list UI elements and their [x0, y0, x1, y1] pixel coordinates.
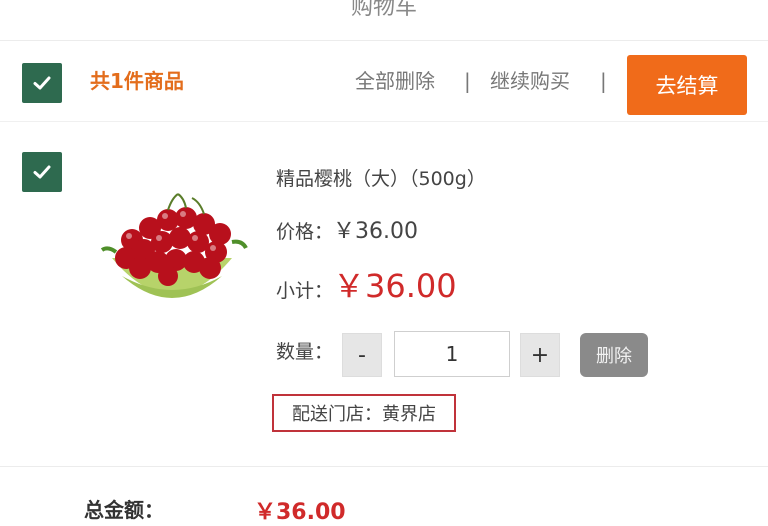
checkout-button[interactable]: 去结算 — [627, 55, 747, 115]
increase-quantity-button[interactable]: + — [520, 333, 560, 377]
quantity-label: 数量： — [276, 341, 334, 363]
total-value: ￥36.00 — [254, 500, 346, 525]
price-value: ￥36.00 — [333, 219, 418, 244]
cherry-bowl-image[interactable] — [92, 180, 252, 320]
select-all-checkbox[interactable] — [22, 63, 62, 103]
checkmark-icon — [33, 76, 51, 90]
total-label: 总金额： — [84, 498, 164, 522]
decrease-quantity-button[interactable]: - — [342, 333, 382, 377]
subtotal-label: 小计： — [276, 280, 334, 302]
delivery-store-info: 配送门店：黄界店 — [272, 394, 456, 432]
quantity-input[interactable]: 1 — [394, 331, 510, 377]
separator: | — [464, 69, 471, 93]
continue-shopping-link[interactable]: 继续购买 — [490, 63, 570, 99]
delete-all-link[interactable]: 全部删除 — [355, 63, 435, 99]
cart-summary-bar: 共1件商品 全部删除 | 继续购买 | 去结算 — [0, 41, 768, 121]
item-checkbox[interactable] — [22, 152, 62, 192]
footer-divider — [0, 466, 768, 467]
page-title: 购物车 — [350, 0, 417, 20]
section-divider — [0, 121, 768, 122]
checkmark-icon — [33, 165, 51, 179]
item-count-text: 共1件商品 — [90, 69, 184, 93]
separator: | — [600, 69, 607, 93]
product-name[interactable]: 精品樱桃（大）（500g） — [276, 163, 486, 195]
delete-item-button[interactable]: 删除 — [580, 333, 648, 377]
subtotal-value: ￥36.00 — [333, 267, 457, 305]
price-row: 价格：￥36.00 — [276, 216, 418, 248]
price-label: 价格： — [276, 221, 334, 243]
subtotal-row: 小计：￥36.00 — [276, 270, 457, 307]
